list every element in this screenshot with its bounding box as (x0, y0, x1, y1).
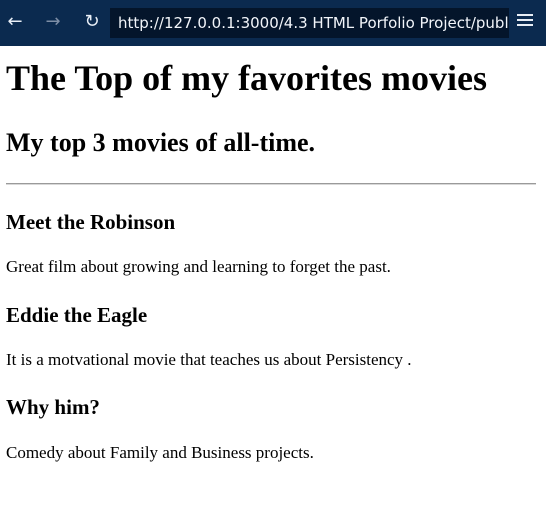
page-subtitle: My top 3 movies of all-time. (6, 128, 316, 157)
movie-description: It is a motvational movie that teaches u… (6, 350, 412, 369)
movie-title: Eddie the Eagle (6, 303, 148, 327)
arrow-right-icon: → (45, 11, 61, 32)
address-bar[interactable]: http://127.0.0.1:3000/4.3 HTML Porfolio … (110, 8, 509, 38)
forward-button[interactable]: → (42, 11, 64, 33)
divider (6, 183, 536, 185)
movie-title: Meet the Robinson (6, 210, 176, 234)
url-text: http://127.0.0.1:3000/4.3 HTML Porfolio … (118, 14, 509, 32)
page-title: The Top of my favorites movies (6, 58, 487, 98)
reload-button[interactable]: ↻ (81, 11, 103, 33)
browser-toolbar: ← → ↻ http://127.0.0.1:3000/4.3 HTML Por… (0, 0, 546, 46)
movie-description: Great film about growing and learning to… (6, 257, 391, 276)
movie-title: Why him? (6, 395, 100, 419)
hamburger-menu-icon (517, 14, 533, 26)
back-button[interactable]: ← (4, 11, 26, 33)
arrow-left-icon: ← (7, 11, 23, 32)
page-content: The Top of my favorites movies My top 3 … (0, 46, 546, 529)
menu-button[interactable] (517, 14, 533, 30)
reload-icon: ↻ (84, 11, 100, 32)
movie-description: Comedy about Family and Business project… (6, 443, 314, 462)
